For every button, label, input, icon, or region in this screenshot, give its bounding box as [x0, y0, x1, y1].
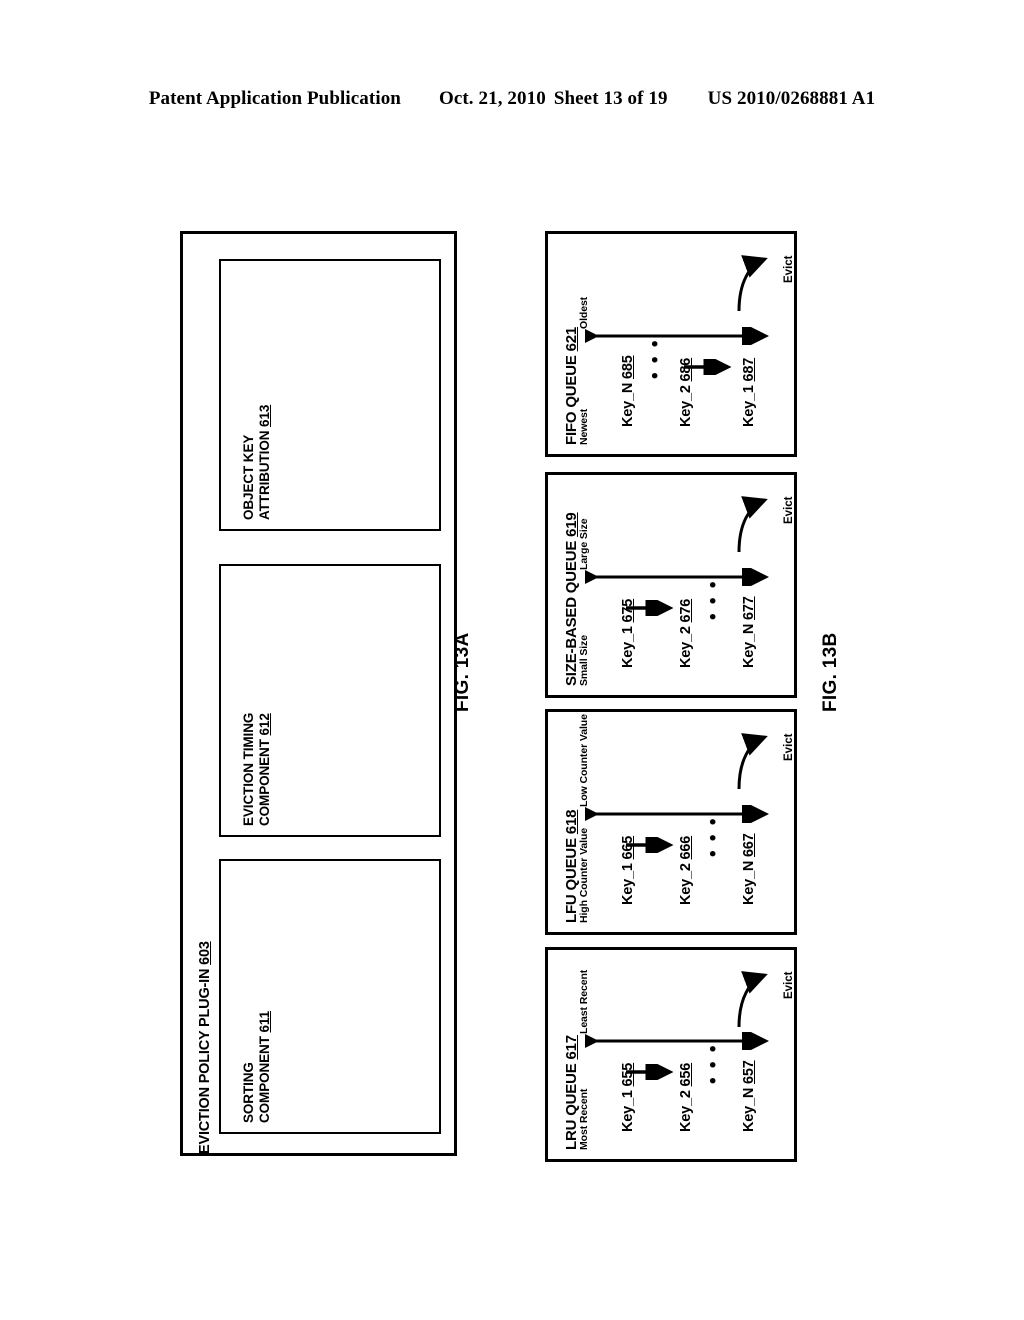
eviction-timing-ref: 612: [256, 713, 272, 736]
object-key-ref: 613: [256, 404, 272, 427]
lfu-key-3: Key_N 667: [741, 833, 757, 905]
size-based-key-3-ref: 677: [741, 596, 757, 621]
fifo-key-3-ref: 687: [741, 357, 757, 382]
size-based-evict-arrow: [737, 496, 768, 553]
size-based-evict-label: Evict: [783, 496, 795, 525]
lfu-queue-range-arrow: [585, 805, 769, 823]
lfu-flow-arrow: [626, 837, 674, 853]
fifo-queue-start-label: Newest: [578, 408, 590, 445]
size-based-queue-range-arrow: [585, 568, 769, 586]
fifo-flow-arrow: [684, 359, 732, 375]
lfu-queue-start-label: High Counter Value: [578, 827, 590, 923]
fifo-queue-range-arrow: [585, 327, 769, 345]
lru-key-3: Key_N 657: [741, 1060, 757, 1132]
lru-key-3-name: Key_N: [741, 1084, 757, 1132]
size-based-key-2-ref: 676: [678, 598, 694, 623]
fifo-key-1-name: Key_N: [620, 379, 636, 427]
lru-flow-arrow: [626, 1064, 674, 1080]
fifo-key-1: Key_N 685: [620, 355, 636, 427]
object-key-attribution-label: OBJECT KEY ATTRIBUTION 613: [241, 405, 273, 520]
fifo-queue-end-label: Oldest: [578, 296, 590, 329]
lfu-key-3-ref: 667: [741, 833, 757, 858]
lfu-ellipsis: • • •: [703, 816, 724, 857]
fifo-evict-label: Evict: [783, 255, 795, 284]
object-key-line2: ATTRIBUTION: [256, 426, 272, 520]
size-based-key-1-name: Key_1: [620, 622, 636, 668]
lru-queue-end-label: Least Recent: [578, 969, 590, 1034]
lru-key-2: Key_2 656: [678, 1063, 694, 1132]
fifo-key-3: Key_1 687: [741, 358, 757, 427]
lru-queue-start-label: Most Recent: [578, 1088, 590, 1150]
lru-key-1-name: Key_1: [620, 1086, 636, 1132]
eviction-policy-plugin-title-text: EVICTION POLICY PLUG-IN: [197, 964, 213, 1154]
lfu-evict-arrow: [737, 733, 768, 790]
size-based-queue-start-label: Small Size: [578, 635, 590, 686]
sorting-component-line1: SORTING: [241, 1062, 256, 1123]
fifo-queue-ref: 621: [563, 326, 580, 352]
eviction-timing-component-box: EVICTION TIMING COMPONENT 612: [219, 564, 441, 837]
size-based-key-2: Key_2 676: [678, 599, 694, 668]
lru-key-3-ref: 657: [741, 1060, 757, 1085]
object-key-line1: OBJECT KEY: [241, 434, 256, 520]
fifo-key-2-name: Key_2: [678, 381, 694, 427]
fifo-key-1-ref: 685: [620, 355, 636, 380]
fifo-ellipsis: • • •: [645, 338, 666, 379]
size-based-ellipsis: • • •: [703, 579, 724, 620]
lru-ellipsis: • • •: [703, 1043, 724, 1084]
sorting-component-line2: COMPONENT: [256, 1032, 272, 1123]
lru-evict-arrow: [737, 971, 768, 1028]
eviction-policy-plugin-box: EVICTION POLICY PLUG-IN 603 SORTING COMP…: [180, 231, 457, 1156]
size-based-flow-arrow: [626, 600, 674, 616]
size-based-key-3: Key_N 677: [741, 596, 757, 668]
sorting-component-box: SORTING COMPONENT 611: [219, 859, 441, 1134]
eviction-timing-line1: EVICTION TIMING: [241, 712, 256, 826]
lfu-key-1-name: Key_1: [620, 859, 636, 905]
lru-key-2-name: Key_2: [678, 1086, 694, 1132]
lfu-key-2-ref: 666: [678, 835, 694, 860]
eviction-timing-line2: COMPONENT: [256, 735, 272, 826]
lru-key-2-ref: 656: [678, 1062, 694, 1087]
fig-13b-caption: FIG. 13B: [820, 632, 841, 712]
lfu-key-2: Key_2 666: [678, 836, 694, 905]
fig-13a-caption: FIG. 13A: [452, 632, 473, 712]
size-based-key-3-name: Key_N: [741, 620, 757, 668]
lru-queue-ref: 617: [563, 1035, 580, 1060]
lfu-queue-end-label: Low Counter Value: [578, 714, 590, 807]
lfu-evict-label: Evict: [783, 733, 795, 762]
lfu-key-2-name: Key_2: [678, 859, 694, 905]
size-based-key-2-name: Key_2: [678, 622, 694, 668]
fifo-evict-arrow: [737, 255, 768, 312]
figure-sheet: EVICTION POLICY PLUG-IN 603 SORTING COMP…: [0, 0, 1024, 1320]
sorting-component-label: SORTING COMPONENT 611: [241, 1011, 273, 1123]
sorting-component-ref: 611: [256, 1011, 272, 1033]
object-key-attribution-box: OBJECT KEY ATTRIBUTION 613: [219, 259, 441, 531]
size-based-queue-end-label: Large Size: [578, 518, 590, 570]
eviction-policy-plugin-ref: 603: [197, 941, 213, 965]
lru-evict-label: Evict: [783, 971, 795, 1000]
eviction-policy-plugin-title: EVICTION POLICY PLUG-IN 603: [197, 941, 214, 1154]
fifo-key-3-name: Key_1: [741, 381, 757, 427]
eviction-timing-component-label: EVICTION TIMING COMPONENT 612: [241, 713, 273, 826]
lfu-key-3-name: Key_N: [741, 857, 757, 905]
